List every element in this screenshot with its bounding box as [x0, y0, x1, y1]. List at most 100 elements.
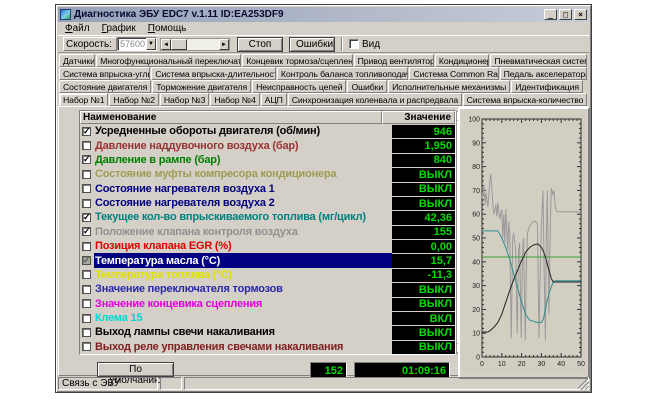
row-checkbox[interactable]	[82, 199, 91, 208]
parameter-label[interactable]: Усредненные обороты двигателя (об/мин)	[94, 124, 392, 138]
tab-система-впрыска-углы[interactable]: Система впрыска-углы	[59, 67, 150, 80]
tab-состояние-двигателя[interactable]: Состояние двигателя	[59, 80, 151, 93]
svg-text:100: 100	[468, 117, 480, 124]
tab-синхронизация-коленвала-и-распредвала[interactable]: Синхронизация коленвала и распредвала	[288, 93, 462, 106]
row-checkbox[interactable]	[82, 170, 91, 179]
row-checkbox[interactable]	[82, 299, 91, 308]
row-checkbox[interactable]	[82, 141, 91, 150]
tab-датчики[interactable]: Датчики	[59, 54, 95, 67]
row-checkbox[interactable]	[82, 184, 91, 193]
speed-value: 57600	[118, 39, 146, 49]
tab-система-common-rail[interactable]: Система Common Rail	[409, 67, 498, 80]
scroll-left-icon[interactable]: ◄	[161, 39, 171, 50]
parameter-label[interactable]: Значение переключателя тормозов	[94, 282, 392, 296]
tab-набор-№1[interactable]: Набор №1	[59, 93, 108, 106]
tab-педаль-акселератора[interactable]: Педаль акселератора	[500, 67, 587, 80]
close-button[interactable]: ×	[574, 9, 587, 20]
maximize-button[interactable]: □	[559, 9, 572, 20]
tab-система-впрыска-длительность[interactable]: Система впрыска-длительность	[151, 67, 276, 80]
row-checkbox[interactable]	[82, 256, 91, 265]
row-checkbox[interactable]	[82, 342, 91, 351]
errors-button[interactable]: Ошибки	[289, 37, 335, 52]
table-row[interactable]: Давление наддувочного воздуха (бар)1,950	[80, 138, 455, 152]
tab-контроль-баланса-топливоподачи[interactable]: Контроль баланса топливоподачи	[277, 67, 409, 80]
parameter-label[interactable]: Позиция клапана EGR (%)	[94, 239, 392, 253]
tab-система-впрыска-количество[interactable]: Система впрыска-количество	[463, 93, 587, 106]
default-button[interactable]: По умолчанию	[97, 362, 174, 377]
tab-пневматическая-система[interactable]: Пневматическая система	[490, 54, 587, 67]
row-checkbox[interactable]	[82, 155, 91, 164]
tab-набор-№4[interactable]: Набор №4	[210, 93, 259, 106]
row-checkbox[interactable]	[82, 285, 91, 294]
tab-идентификация[interactable]: Идентификация	[511, 80, 583, 93]
table-row[interactable]: Значение концевика сцепленияВЫКЛ	[80, 297, 455, 311]
stop-button[interactable]: Стоп	[237, 37, 283, 52]
view-checkbox-box[interactable]	[349, 39, 359, 49]
tab-набор-№3[interactable]: Набор №3	[160, 93, 209, 106]
tab-ацп[interactable]: АЦП	[261, 93, 287, 106]
tab-неисправность-цепей[interactable]: Неисправность цепей	[252, 80, 346, 93]
parameter-label[interactable]: Температура топлива (°C)	[94, 268, 392, 282]
table-row[interactable]: Состояние нагревателя воздуха 2ВЫКЛ	[80, 196, 455, 210]
table-row[interactable]: Температура топлива (°C)-11,3	[80, 268, 455, 282]
parameter-value: 42,36	[392, 210, 455, 224]
parameter-label[interactable]: Положение клапана контроля воздуха	[94, 225, 392, 239]
row-checkbox[interactable]	[82, 227, 91, 236]
parameter-label[interactable]: Значение концевика сцепления	[94, 297, 392, 311]
speed-scrollbar[interactable]: ◄ ►	[160, 38, 230, 51]
row-checkbox[interactable]	[82, 127, 91, 136]
table-row[interactable]: Состояние муфты компресора кондиционераВ…	[80, 167, 455, 181]
scroll-right-icon[interactable]: ►	[219, 39, 229, 50]
combo-dropdown-icon[interactable]: ▼	[146, 38, 156, 50]
tab-исполнительные-механизмы[interactable]: Исполнительные механизмы	[388, 80, 510, 93]
menu-item-график[interactable]: График	[97, 23, 141, 34]
table-row[interactable]: Положение клапана контроля воздуха155	[80, 225, 455, 239]
table-row[interactable]: Выход лампы свечи накаливанияВЫКЛ	[80, 325, 455, 339]
tab-торможение-двигателя[interactable]: Торможение двигателя	[152, 80, 251, 93]
table-row[interactable]: Значение переключателя тормозовВЫКЛ	[80, 282, 455, 296]
menu-item-помощь[interactable]: Помощь	[143, 23, 192, 34]
tab-strip: ДатчикиМногофункциональный переключатель…	[58, 53, 589, 106]
tab-концевик-тормоза-сцепления[interactable]: Концевик тормоза/сцепления	[242, 54, 352, 67]
table-row[interactable]: Позиция клапана EGR (%)0,00	[80, 239, 455, 253]
speed-combo[interactable]: 57600 ▼	[117, 37, 157, 51]
tab-привод-вентилятора[interactable]: Привод вентилятора	[354, 54, 434, 67]
tab-ошибки[interactable]: Ошибки	[347, 80, 387, 93]
table-row[interactable]: Давление в рампе (бар)840	[80, 153, 455, 167]
parameter-label[interactable]: Выход лампы свечи накаливания	[94, 325, 392, 339]
svg-text:10: 10	[498, 361, 506, 368]
resize-grip[interactable]	[578, 379, 589, 390]
tab-набор-№2[interactable]: Набор №2	[109, 93, 158, 106]
parameter-label[interactable]: Состояние нагревателя воздуха 2	[94, 196, 392, 210]
parameter-label[interactable]: Состояние муфты компресора кондиционера	[94, 167, 392, 181]
row-checkbox[interactable]	[82, 270, 91, 279]
table-row[interactable]: Выход реле управления свечами накаливани…	[80, 340, 455, 354]
row-checkbox[interactable]	[82, 213, 91, 222]
tab-многофункциональный-переключатель[interactable]: Многофункциональный переключатель	[96, 54, 241, 67]
scrollbar-track[interactable]	[187, 39, 219, 50]
view-checkbox-label: Вид	[362, 39, 380, 50]
table-row[interactable]: Клема 15ВКЛ	[80, 311, 455, 325]
row-checkbox[interactable]	[82, 242, 91, 251]
parameter-label[interactable]: Клема 15	[94, 311, 392, 325]
menu-item-файл[interactable]: Файл	[60, 23, 95, 34]
svg-text:40: 40	[557, 361, 565, 368]
parameter-label[interactable]: Текущее кол-во впрыскиваемого топлива (м…	[94, 210, 392, 224]
parameter-label[interactable]: Температура масла (°C)	[94, 253, 392, 267]
view-checkbox[interactable]: Вид	[349, 39, 380, 50]
minimize-button[interactable]: _	[544, 9, 557, 20]
table-row[interactable]: Температура масла (°C)15,7	[80, 253, 455, 267]
parameter-label[interactable]: Состояние нагревателя воздуха 1	[94, 182, 392, 196]
row-checkbox[interactable]	[82, 314, 91, 323]
parameter-label[interactable]: Давление в рампе (бар)	[94, 153, 392, 167]
column-header-value: Значение	[382, 111, 455, 124]
parameter-value: 946	[392, 124, 455, 138]
scrollbar-thumb[interactable]	[171, 39, 187, 50]
row-checkbox[interactable]	[82, 328, 91, 337]
table-row[interactable]: Усредненные обороты двигателя (об/мин)94…	[80, 124, 455, 138]
table-row[interactable]: Текущее кол-во впрыскиваемого топлива (м…	[80, 210, 455, 224]
tab-кондиционер[interactable]: Кондиционер	[435, 54, 489, 67]
table-row[interactable]: Состояние нагревателя воздуха 1ВЫКЛ	[80, 182, 455, 196]
parameter-label[interactable]: Выход реле управления свечами накаливани…	[94, 340, 392, 354]
parameter-label[interactable]: Давление наддувочного воздуха (бар)	[94, 138, 392, 152]
